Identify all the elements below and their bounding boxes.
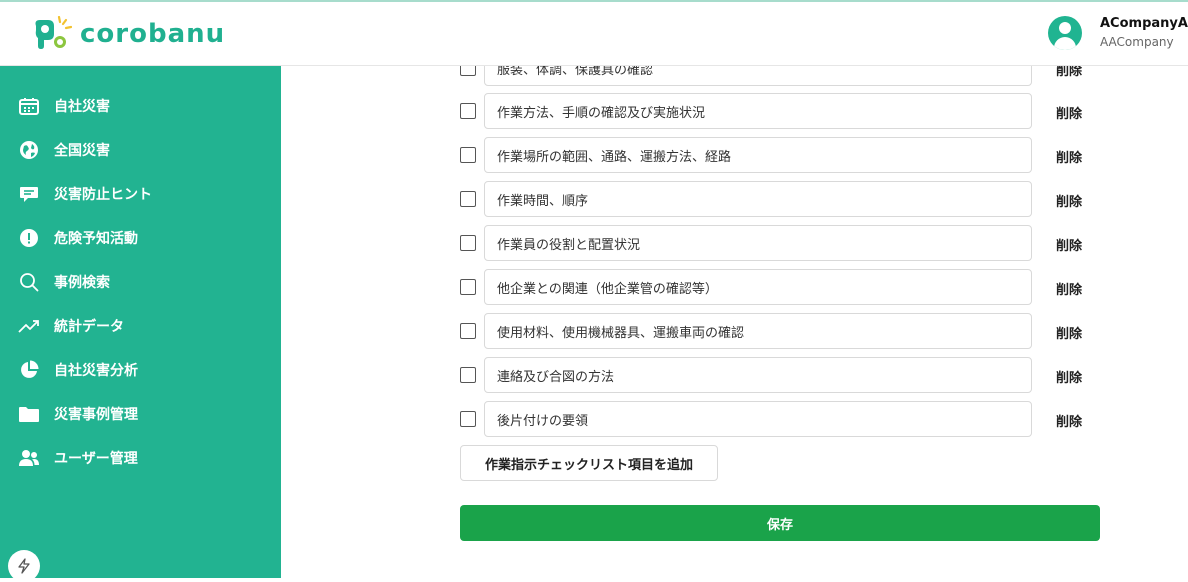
sidebar-item-label: 自社災害分析 bbox=[54, 363, 138, 379]
folder-icon bbox=[18, 403, 40, 425]
delete-button[interactable]: 削除 bbox=[1056, 323, 1082, 342]
list-item: 連絡及び合図の方法 削除 bbox=[460, 357, 1120, 393]
list-item: 服装、体調、保護具の確認 削除 bbox=[460, 66, 1120, 86]
item-text-field[interactable]: 連絡及び合図の方法 bbox=[484, 357, 1032, 393]
alert-circle-icon bbox=[18, 227, 40, 249]
delete-button[interactable]: 削除 bbox=[1056, 103, 1082, 122]
sidebar-item-case-search[interactable]: 事例検索 bbox=[18, 270, 110, 294]
item-text-field[interactable]: 作業時間、順序 bbox=[484, 181, 1032, 217]
item-checkbox[interactable] bbox=[460, 279, 476, 295]
sidebar-item-prevention-tips[interactable]: 災害防止ヒント bbox=[18, 182, 152, 206]
app-header: corobanu ACompanyAc AACompany bbox=[0, 2, 1188, 66]
sidebar-item-label: 危険予知活動 bbox=[54, 231, 138, 247]
item-checkbox[interactable] bbox=[460, 235, 476, 251]
delete-button[interactable]: 削除 bbox=[1056, 66, 1082, 79]
add-checklist-item-button[interactable]: 作業指示チェックリスト項目を追加 bbox=[460, 445, 718, 481]
delete-button[interactable]: 削除 bbox=[1056, 411, 1082, 430]
item-checkbox[interactable] bbox=[460, 103, 476, 119]
sidebar-item-label: 災害防止ヒント bbox=[54, 187, 152, 203]
item-text-field[interactable]: 他企業との関連（他企業管の確認等） bbox=[484, 269, 1032, 305]
bolt-icon[interactable] bbox=[8, 550, 40, 582]
item-checkbox[interactable] bbox=[460, 411, 476, 427]
delete-button[interactable]: 削除 bbox=[1056, 147, 1082, 166]
item-checkbox[interactable] bbox=[460, 147, 476, 163]
list-item: 後片付けの要領 削除 bbox=[460, 401, 1120, 437]
sidebar-item-label: 災害事例管理 bbox=[54, 407, 138, 423]
item-checkbox[interactable] bbox=[460, 191, 476, 207]
pie-chart-icon bbox=[18, 359, 40, 381]
list-item: 作業員の役割と配置状況 削除 bbox=[460, 225, 1120, 261]
item-text-field[interactable]: 後片付けの要領 bbox=[484, 401, 1032, 437]
item-checkbox[interactable] bbox=[460, 66, 476, 76]
list-item: 作業時間、順序 削除 bbox=[460, 181, 1120, 217]
users-icon bbox=[18, 447, 40, 469]
user-company: AACompany bbox=[1100, 34, 1174, 49]
item-text-field[interactable]: 使用材料、使用機械器具、運搬車両の確認 bbox=[484, 313, 1032, 349]
sidebar-item-disaster-analysis[interactable]: 自社災害分析 bbox=[18, 358, 138, 382]
sidebar-item-user-management[interactable]: ユーザー管理 bbox=[18, 446, 138, 470]
user-menu[interactable]: ACompanyAc AACompany bbox=[1048, 16, 1188, 50]
sidebar-item-label: 事例検索 bbox=[54, 275, 110, 291]
list-item: 他企業との関連（他企業管の確認等） 削除 bbox=[460, 269, 1120, 305]
list-item: 作業方法、手順の確認及び実施状況 削除 bbox=[460, 93, 1120, 129]
search-icon bbox=[18, 271, 40, 293]
sidebar-item-hazard-prediction[interactable]: 危険予知活動 bbox=[18, 226, 138, 250]
app-logo[interactable]: corobanu bbox=[30, 15, 226, 52]
item-text-field[interactable]: 作業場所の範囲、通路、運搬方法、経路 bbox=[484, 137, 1032, 173]
delete-button[interactable]: 削除 bbox=[1056, 279, 1082, 298]
list-item: 使用材料、使用機械器具、運搬車両の確認 削除 bbox=[460, 313, 1120, 349]
item-checkbox[interactable] bbox=[460, 367, 476, 383]
sidebar-item-label: ユーザー管理 bbox=[54, 451, 138, 467]
sidebar-item-label: 統計データ bbox=[54, 319, 124, 335]
sidebar-item-label: 自社災害 bbox=[54, 99, 110, 115]
trend-up-icon bbox=[18, 315, 40, 337]
checklist-panel: 服装、体調、保護具の確認 削除 作業方法、手順の確認及び実施状況 削除 作業場所… bbox=[281, 66, 1188, 578]
item-text-field[interactable]: 服装、体調、保護具の確認 bbox=[484, 66, 1032, 86]
sidebar-item-case-management[interactable]: 災害事例管理 bbox=[18, 402, 138, 426]
sidebar: 自社災害 全国災害 災害防止ヒント 危険予知活動 事例検索 統計データ 自社災害… bbox=[0, 66, 281, 578]
user-name: ACompanyAc bbox=[1100, 15, 1188, 31]
item-checkbox[interactable] bbox=[460, 323, 476, 339]
sidebar-item-company-disasters[interactable]: 自社災害 bbox=[18, 94, 110, 118]
item-text-field[interactable]: 作業員の役割と配置状況 bbox=[484, 225, 1032, 261]
calendar-icon bbox=[18, 95, 40, 117]
globe-icon bbox=[18, 139, 40, 161]
sidebar-item-national-disasters[interactable]: 全国災害 bbox=[18, 138, 110, 162]
save-button[interactable]: 保存 bbox=[460, 505, 1100, 541]
list-item: 作業場所の範囲、通路、運搬方法、経路 削除 bbox=[460, 137, 1120, 173]
delete-button[interactable]: 削除 bbox=[1056, 367, 1082, 386]
item-text-field[interactable]: 作業方法、手順の確認及び実施状況 bbox=[484, 93, 1032, 129]
logo-mark-icon bbox=[30, 15, 73, 52]
sidebar-item-statistics[interactable]: 統計データ bbox=[18, 314, 124, 338]
chat-bubble-icon bbox=[18, 183, 40, 205]
sidebar-item-label: 全国災害 bbox=[54, 143, 110, 159]
delete-button[interactable]: 削除 bbox=[1056, 191, 1082, 210]
delete-button[interactable]: 削除 bbox=[1056, 235, 1082, 254]
avatar-icon bbox=[1048, 16, 1082, 50]
logo-text: corobanu bbox=[80, 19, 226, 49]
